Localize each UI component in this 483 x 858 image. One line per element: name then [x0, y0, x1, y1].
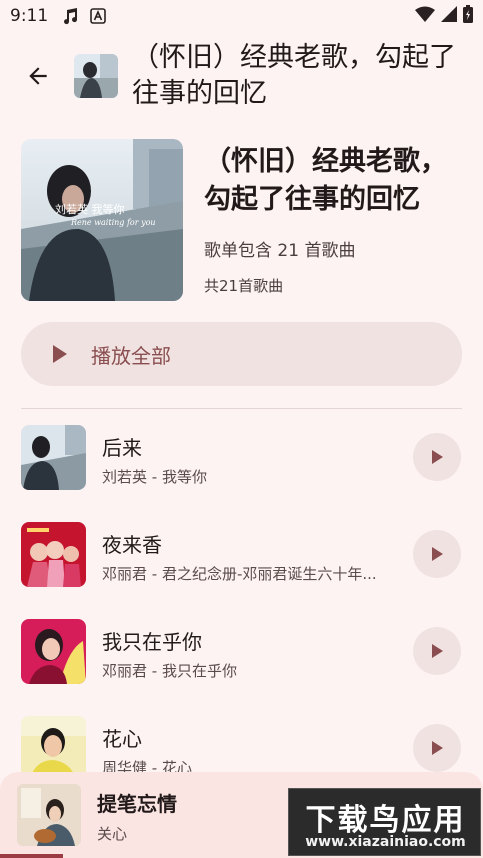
status-time: 9:11: [10, 6, 49, 26]
song-title: 后来: [102, 436, 142, 460]
playlist-cover: 刘若英 我等你 Rene waiting for you: [21, 139, 183, 301]
header-title: （怀旧）经典老歌，勾起了往事的回忆: [132, 42, 456, 109]
cover-caption-en: Rene waiting for you: [70, 218, 156, 227]
play-icon: [432, 450, 443, 464]
song-title: 夜来香: [102, 533, 162, 557]
mini-player-artist: 关心: [97, 825, 128, 843]
watermark-logo: 下载鸟应用 www.xiazainiao.com: [288, 788, 481, 856]
play-icon: [432, 644, 443, 658]
song-item[interactable]: 后来 刘若英 - 我等你: [0, 412, 483, 508]
play-icon: [432, 741, 443, 755]
song-subtitle: 邓丽君 - 我只在乎你: [102, 662, 237, 680]
arrow-left-icon: [29, 67, 47, 85]
font-a-icon: [90, 8, 106, 24]
song-item[interactable]: 夜来香 邓丽君 - 君之纪念册-邓丽君诞生六十年...: [0, 509, 483, 605]
song-thumbnail: [21, 522, 86, 587]
song-thumbnail: [21, 425, 86, 490]
song-title: 我只在乎你: [102, 630, 202, 654]
status-bar: 9:11: [0, 0, 483, 32]
back-button[interactable]: [14, 52, 62, 100]
signal-icon: [441, 5, 457, 27]
song-play-button[interactable]: [413, 724, 461, 772]
song-thumbnail: [21, 619, 86, 684]
play-all-label: 播放全部: [91, 343, 171, 368]
song-play-button[interactable]: [413, 530, 461, 578]
song-subtitle: 刘若英 - 我等你: [102, 468, 207, 486]
watermark-sub: www.xiazainiao.com: [305, 834, 466, 850]
play-icon: [51, 344, 69, 364]
song-item[interactable]: 我只在乎你 邓丽君 - 我只在乎你: [0, 606, 483, 702]
app-header: （怀旧）经典老歌，勾起了往事的回忆: [0, 36, 483, 116]
header-album-thumbnail: [74, 54, 118, 98]
playlist-count: 共21首歌曲: [204, 277, 284, 295]
divider: [21, 408, 462, 409]
music-note-icon: [62, 7, 80, 25]
mini-player-title: 提笔忘情: [97, 792, 177, 816]
play-all-button[interactable]: 播放全部: [21, 322, 462, 386]
cover-caption: 刘若英 我等你: [55, 202, 125, 216]
playback-progress-fill: [0, 854, 63, 858]
playlist-title: （怀旧）经典老歌，勾起了往事的回忆: [204, 146, 447, 215]
watermark-main: 下载鸟应用: [305, 803, 466, 838]
wifi-icon: [415, 6, 435, 27]
song-play-button[interactable]: [413, 433, 461, 481]
song-title: 花心: [102, 727, 142, 751]
battery-icon: [463, 4, 473, 28]
song-play-button[interactable]: [413, 627, 461, 675]
mini-player-thumbnail: [17, 784, 81, 846]
song-subtitle: 邓丽君 - 君之纪念册-邓丽君诞生六十年...: [102, 565, 377, 583]
play-icon: [432, 547, 443, 561]
playlist-description: 歌单包含 21 首歌曲: [204, 241, 356, 261]
